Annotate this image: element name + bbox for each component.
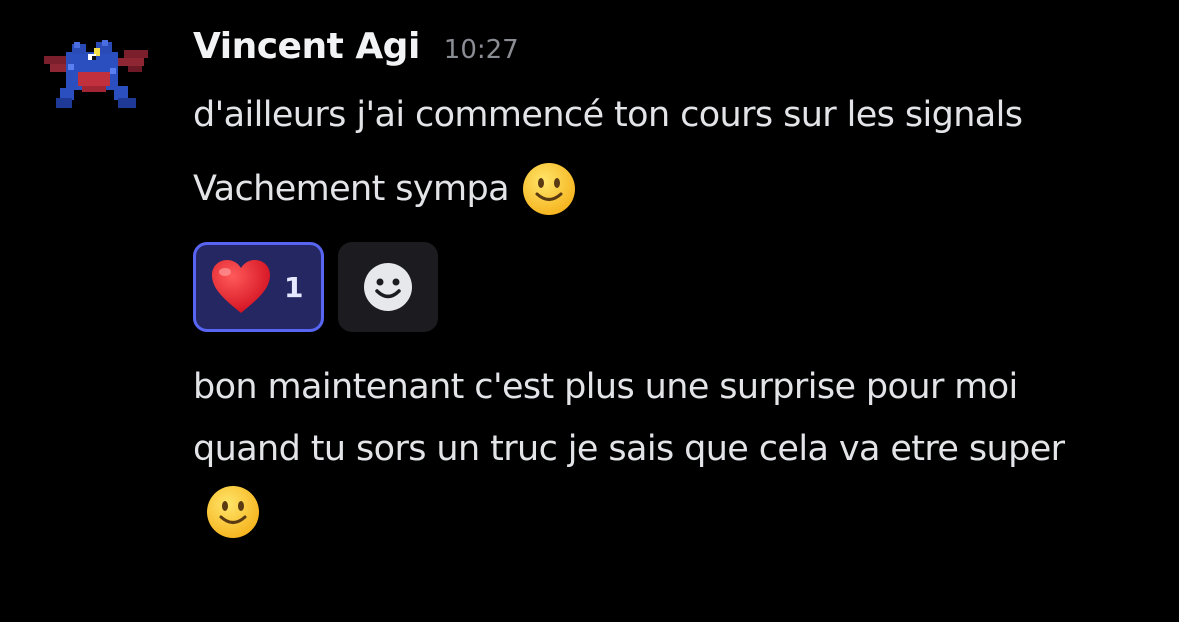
pixel-creature-icon [44,40,148,108]
reaction-heart[interactable]: 1 [193,242,324,332]
username[interactable]: Vincent Agi [193,26,420,67]
slightly-smiling-face-icon [207,486,259,538]
message-header: Vincent Agi 10:27 [193,26,1153,78]
message-line-1: d'ailleurs j'ai commencé ton cours sur l… [193,95,1023,135]
message-line-3: bon maintenant c'est plus une surprise p… [193,356,1123,542]
message-line-2-text: Vachement sympa [193,169,510,209]
timestamp[interactable]: 10:27 [444,35,519,65]
red-heart-icon [212,260,270,313]
message-group: Vincent Agi 10:27 d'ailleurs j'ai commen… [193,26,1153,542]
avatar[interactable] [44,38,152,114]
smiley-add-reaction-icon [364,263,412,311]
message-line-2: Vachement sympa [193,158,1153,220]
add-reaction-button[interactable] [338,242,438,332]
message-line-3-text: bon maintenant c'est plus une surprise p… [193,367,1065,469]
reactions-bar: 1 [193,242,1153,332]
reaction-count: 1 [284,270,304,304]
slightly-smiling-face-icon [523,163,575,215]
